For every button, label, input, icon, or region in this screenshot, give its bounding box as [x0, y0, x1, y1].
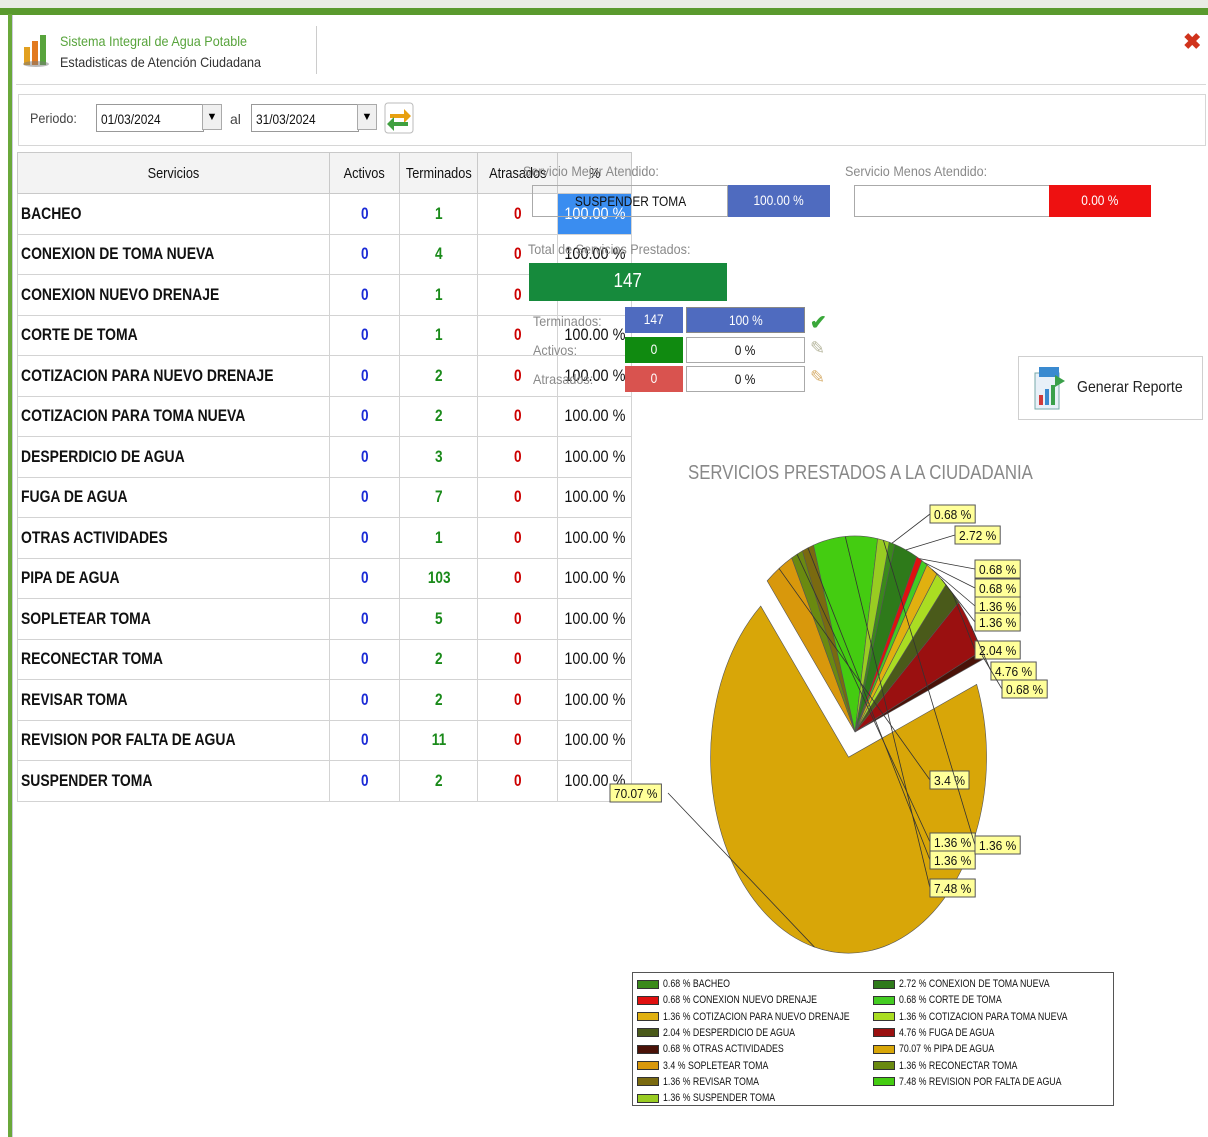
legend-item: 3.4 % SOPLETEAR TOMA [637, 1059, 795, 1073]
legend-item: 70.07 % PIPA DE AGUA [873, 1042, 1018, 1056]
legend-swatch [637, 1093, 659, 1103]
pie-label: 2.72 % [959, 528, 997, 543]
legend-label: 0.68 % OTRAS ACTIVIDADES [663, 1043, 784, 1056]
legend-swatch [873, 979, 895, 989]
pie-label: 7.48 % [934, 881, 972, 896]
legend-item: 1.36 % COTIZACION PARA TOMA NUEVA [873, 1010, 1110, 1024]
legend-swatch [873, 995, 895, 1005]
legend-item: 4.76 % FUGA DE AGUA [873, 1026, 1018, 1040]
legend-item: 0.68 % BACHEO [637, 977, 747, 991]
pie-label: 0.68 % [934, 507, 972, 522]
pie-label: 1.36 % [979, 615, 1017, 630]
legend-label: 4.76 % FUGA DE AGUA [899, 1026, 995, 1039]
pie-label: 1.36 % [934, 835, 972, 850]
legend-swatch [637, 1012, 659, 1022]
legend-label: 7.48 % REVISION POR FALTA DE AGUA [899, 1075, 1062, 1088]
pie-label: 1.36 % [979, 599, 1017, 614]
legend-swatch [637, 995, 659, 1005]
legend-item: 7.48 % REVISION POR FALTA DE AGUA [873, 1075, 1102, 1089]
legend-item: 0.68 % CORTE DE TOMA [873, 993, 1027, 1007]
legend-item: 2.04 % DESPERDICIO DE AGUA [637, 1026, 828, 1040]
legend-swatch [637, 1077, 659, 1087]
legend-swatch [873, 1044, 895, 1054]
pie-label: 1.36 % [979, 838, 1017, 853]
legend-item: 1.36 % COTIZACION PARA NUEVO DRENAJE [637, 1010, 896, 1024]
legend-label: 1.36 % RECONECTAR TOMA [899, 1059, 1018, 1072]
legend-item: 1.36 % REVISAR TOMA [637, 1075, 783, 1089]
legend-swatch [637, 979, 659, 989]
legend-label: 1.36 % REVISAR TOMA [663, 1075, 760, 1088]
legend-label: 1.36 % SUSPENDER TOMA [663, 1092, 776, 1105]
legend-label: 70.07 % PIPA DE AGUA [899, 1043, 995, 1056]
legend-label: 3.4 % SOPLETEAR TOMA [663, 1059, 769, 1072]
legend-swatch [873, 1028, 895, 1038]
pie-label: 0.68 % [1006, 682, 1044, 697]
pie-label: 3.4 % [934, 773, 965, 788]
pie-leader-line [891, 513, 931, 544]
legend-swatch [873, 1012, 895, 1022]
legend-item: 1.36 % SUSPENDER TOMA [637, 1091, 803, 1105]
legend-item: 1.36 % RECONECTAR TOMA [873, 1059, 1047, 1073]
legend-swatch [873, 1077, 895, 1087]
pie-label: 0.68 % [979, 562, 1017, 577]
legend-label: 1.36 % COTIZACION PARA NUEVO DRENAJE [663, 1010, 850, 1023]
legend-label: 1.36 % COTIZACION PARA TOMA NUEVA [899, 1010, 1068, 1023]
legend-item: 0.68 % OTRAS ACTIVIDADES [637, 1042, 814, 1056]
legend-item: 2.72 % CONEXION DE TOMA NUEVA [873, 977, 1087, 991]
legend-label: 2.04 % DESPERDICIO DE AGUA [663, 1026, 796, 1039]
legend-swatch [873, 1061, 895, 1071]
legend-swatch [637, 1028, 659, 1038]
pie-leader-line [905, 534, 956, 551]
pie-label: 1.36 % [934, 853, 972, 868]
legend-label: 2.72 % CONEXION DE TOMA NUEVA [899, 978, 1050, 991]
legend-swatch [637, 1044, 659, 1054]
legend-label: 0.68 % CORTE DE TOMA [899, 994, 1002, 1007]
legend-item: 0.68 % CONEXION NUEVO DRENAJE [637, 993, 856, 1007]
pie-label: 70.07 % [614, 786, 658, 801]
pie-label: 4.76 % [995, 664, 1033, 679]
pie-chart: 0.68 %2.72 %0.68 %0.68 %1.36 %1.36 %2.04… [609, 504, 1048, 954]
legend-swatch [637, 1061, 659, 1071]
chart-legend: 0.68 % BACHEO 2.72 % CONEXION DE TOMA NUE… [632, 972, 1114, 1106]
legend-label: 0.68 % BACHEO [663, 978, 731, 991]
legend-label: 0.68 % CONEXION NUEVO DRENAJE [663, 994, 818, 1007]
pie-label: 0.68 % [979, 581, 1017, 596]
